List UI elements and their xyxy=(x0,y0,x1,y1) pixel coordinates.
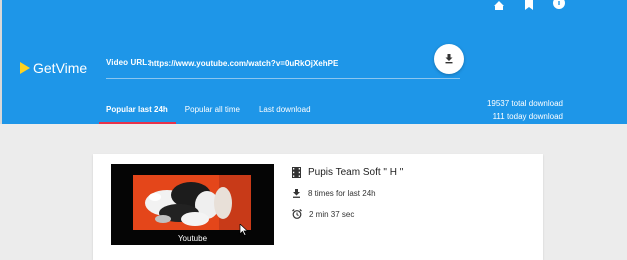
video-title[interactable]: Pupis Team Soft " H " xyxy=(308,167,403,178)
tab-bar: Popular last 24h Popular all time Last d… xyxy=(99,98,319,124)
video-duration-row: 2 min 37 sec xyxy=(292,209,403,219)
video-card[interactable]: Youtube Pupis Team Soft " H " 8 times fo… xyxy=(93,154,543,260)
top-icon-bar xyxy=(493,0,565,10)
url-label: Video URL: xyxy=(106,58,150,67)
video-title-row: Pupis Team Soft " H " xyxy=(292,167,403,178)
alarm-clock-icon xyxy=(292,209,302,219)
header: GetVime Video URL: Popular last 24h Popu… xyxy=(0,0,627,124)
download-icon xyxy=(293,189,300,198)
today-download-count: 111 today download xyxy=(492,112,563,121)
tab-last-download[interactable]: Last download xyxy=(252,98,319,124)
bookmark-icon[interactable] xyxy=(523,0,535,10)
video-duration: 2 min 37 sec xyxy=(309,209,355,219)
tab-popular-last-24h[interactable]: Popular last 24h xyxy=(99,98,176,124)
thumbnail-caption: Youtube xyxy=(177,234,208,243)
film-icon xyxy=(292,167,301,178)
logo[interactable]: GetVime xyxy=(20,60,87,76)
video-downloads-row: 8 times for last 24h xyxy=(292,189,403,198)
thumbnail-image xyxy=(133,175,251,230)
info-icon[interactable] xyxy=(553,0,565,10)
url-field: Video URL: xyxy=(106,55,460,79)
download-button[interactable] xyxy=(434,44,464,74)
video-info: Pupis Team Soft " H " 8 times for last 2… xyxy=(292,167,403,219)
total-download-count: 19537 total download xyxy=(486,99,563,108)
video-downloads: 8 times for last 24h xyxy=(308,189,376,198)
play-triangle-icon xyxy=(20,62,30,74)
video-thumbnail[interactable]: Youtube xyxy=(111,164,274,245)
logo-text: GetVime xyxy=(33,60,88,76)
tab-popular-all-time[interactable]: Popular all time xyxy=(176,98,252,124)
download-stats: 19537 total download 111 today download xyxy=(487,97,563,123)
home-icon[interactable] xyxy=(493,0,505,10)
url-input[interactable] xyxy=(149,55,449,71)
download-icon xyxy=(445,54,453,64)
